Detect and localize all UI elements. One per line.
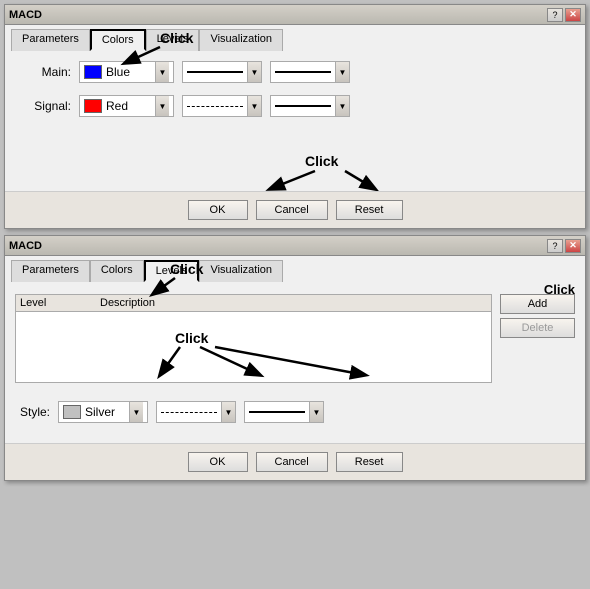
cancel-button-2[interactable]: Cancel — [256, 452, 328, 472]
signal-color-swatch — [84, 99, 102, 113]
tabs-bar-2: Parameters Colors Levels Visualization — [5, 256, 585, 282]
delete-button[interactable]: Delete — [500, 318, 575, 338]
help-button-1[interactable]: ? — [547, 8, 563, 22]
style-line-preview-1 — [157, 402, 221, 422]
tab-parameters-2[interactable]: Parameters — [11, 260, 90, 282]
tab-levels-2[interactable]: Levels — [144, 260, 200, 282]
levels-content: Click Level Description Add Delete — [5, 282, 585, 443]
panel-2: Click Parameters Colors Levels Visualiza… — [5, 256, 585, 480]
add-button[interactable]: Add — [500, 294, 575, 314]
style-label: Style: — [15, 405, 50, 419]
levels-body — [16, 312, 491, 382]
main-line-style-2[interactable]: ▼ — [270, 61, 350, 83]
main-color-dropdown[interactable]: Blue ▼ — [79, 61, 174, 83]
window-title-2: MACD — [9, 240, 42, 252]
levels-buttons: Add Delete — [500, 294, 575, 391]
svg-text:Click: Click — [305, 153, 339, 169]
signal-line-style-1[interactable]: ▼ — [182, 95, 262, 117]
signal-label: Signal: — [21, 99, 71, 113]
signal-color-arrow[interactable]: ▼ — [155, 96, 169, 116]
style-color-arrow[interactable]: ▼ — [129, 402, 143, 422]
signal-line-preview-1 — [183, 96, 247, 116]
main-line-preview-2 — [271, 62, 335, 82]
title-controls-2: ? ✕ — [547, 239, 581, 253]
signal-line-preview-2 — [271, 96, 335, 116]
button-bar-2: OK Cancel Reset — [5, 443, 585, 480]
close-button-2[interactable]: ✕ — [565, 239, 581, 253]
cancel-button-1[interactable]: Cancel — [256, 200, 328, 220]
ok-button-1[interactable]: OK — [188, 200, 248, 220]
style-line-dropdown-2[interactable]: ▼ — [244, 401, 324, 423]
levels-table: Level Description — [15, 294, 492, 383]
levels-main-area: Level Description Add Delete — [15, 294, 575, 391]
levels-table-area: Level Description — [15, 294, 492, 391]
solid-line-2 — [275, 71, 331, 73]
style-color-dropdown[interactable]: Silver ▼ — [58, 401, 148, 423]
signal-color-name: Red — [106, 99, 128, 113]
colors-content: Main: Blue ▼ ▼ ▼ — [5, 51, 585, 191]
main-color-arrow[interactable]: ▼ — [155, 62, 169, 82]
style-line-dropdown-1[interactable]: ▼ — [156, 401, 236, 423]
style-line-preview-2 — [245, 402, 309, 422]
signal-line-arrow-2[interactable]: ▼ — [335, 96, 349, 116]
style-color-swatch — [63, 405, 81, 419]
tab-parameters-1[interactable]: Parameters — [11, 29, 90, 51]
signal-line-style-2[interactable]: ▼ — [270, 95, 350, 117]
window-title-1: MACD — [9, 9, 42, 21]
reset-button-1[interactable]: Reset — [336, 200, 403, 220]
solid-line-1 — [187, 71, 243, 73]
tab-visualization-2[interactable]: Visualization — [199, 260, 283, 282]
panel-1: Click Parameters Colors Levels Visualiza… — [5, 25, 585, 228]
window-macd-1: MACD ? ✕ Click Parameters Colors Le — [4, 4, 586, 229]
window-macd-2: MACD ? ✕ Click Parameters Colors Le — [4, 235, 586, 481]
title-controls-1: ? ✕ — [547, 8, 581, 22]
help-button-2[interactable]: ? — [547, 239, 563, 253]
signal-color-dropdown[interactable]: Red ▼ — [79, 95, 174, 117]
main-line-arrow-1[interactable]: ▼ — [247, 62, 261, 82]
main-color-name: Blue — [106, 65, 130, 79]
style-row: Style: Silver ▼ ▼ ▼ — [15, 401, 575, 423]
solid-line-3 — [275, 105, 331, 107]
style-color-name: Silver — [85, 405, 115, 419]
dashed-line-s1 — [161, 412, 217, 413]
main-line-arrow-2[interactable]: ▼ — [335, 62, 349, 82]
solid-line-s2 — [249, 411, 305, 413]
main-color-swatch — [84, 65, 102, 79]
ok-button-2[interactable]: OK — [188, 452, 248, 472]
tab-colors-1[interactable]: Colors — [90, 29, 146, 51]
main-row: Main: Blue ▼ ▼ ▼ — [21, 61, 569, 83]
title-bar-1: MACD ? ✕ — [5, 5, 585, 25]
style-line-arrow-1[interactable]: ▼ — [221, 402, 235, 422]
click-add-label: Click — [544, 282, 575, 297]
tab-colors-2[interactable]: Colors — [90, 260, 144, 282]
signal-row: Signal: Red ▼ ▼ ▼ — [21, 95, 569, 117]
title-bar-2: MACD ? ✕ — [5, 236, 585, 256]
col-description: Description — [100, 297, 155, 309]
close-button-1[interactable]: ✕ — [565, 8, 581, 22]
style-line-arrow-2[interactable]: ▼ — [309, 402, 323, 422]
levels-header: Level Description — [16, 295, 491, 312]
tab-visualization-1[interactable]: Visualization — [199, 29, 283, 51]
signal-line-arrow-1[interactable]: ▼ — [247, 96, 261, 116]
tabs-bar-1: Parameters Colors Levels Visualization — [5, 25, 585, 51]
tab-levels-1[interactable]: Levels — [146, 29, 200, 51]
col-level: Level — [20, 297, 100, 309]
reset-button-2[interactable]: Reset — [336, 452, 403, 472]
button-bar-1: OK Cancel Reset — [5, 191, 585, 228]
main-label: Main: — [21, 65, 71, 79]
dashed-line-1 — [187, 106, 243, 107]
main-line-preview-1 — [183, 62, 247, 82]
main-line-style-1[interactable]: ▼ — [182, 61, 262, 83]
